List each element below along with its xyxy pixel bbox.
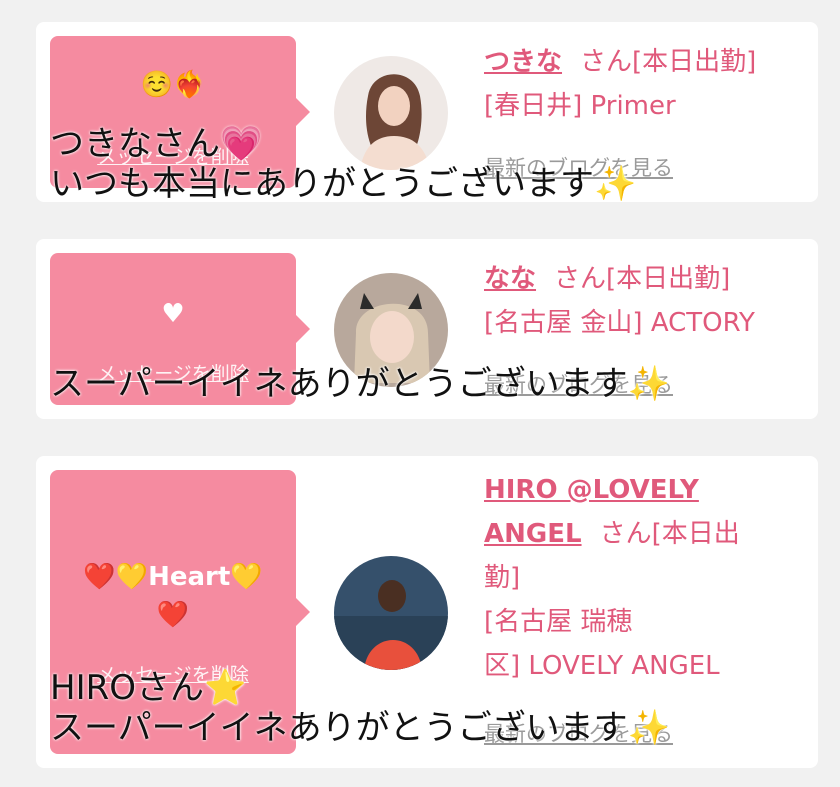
shop-label: [名古屋 金山] ACTORY <box>484 308 755 338</box>
bubble-message-line1: ❤️💛Heart💛 <box>83 562 263 592</box>
sender-info: なな さん[本日出勤] [名古屋 金山] ACTORY <box>484 257 806 345</box>
shop-label: [春日井] Primer <box>484 91 676 121</box>
shop-label-line1: [名古屋 瑞穂 <box>484 607 633 637</box>
sender-info: つきな さん[本日出勤] [春日井] Primer <box>484 40 806 128</box>
san-label: さん[本日出 <box>599 519 740 549</box>
bubble-message: ☺️❤️‍🔥 <box>140 70 206 100</box>
overlay-line: つきなさん💗 <box>50 124 263 164</box>
sender-name-link[interactable]: なな <box>484 264 536 294</box>
bubble-message: ♥ <box>161 299 185 329</box>
overlay-line: スーパーイイネありがとうございます✨ <box>50 708 670 748</box>
bubble-message: ❤️💛Heart💛 ❤️ <box>50 558 296 634</box>
overlay-caption-3: HIROさん⭐ スーパーイイネありがとうございます✨ <box>50 668 670 748</box>
san-label-line2: 勤] <box>484 563 521 593</box>
sender-info: HIRO @LOVELY ANGEL さん[本日出 勤] [名古屋 瑞穂 区] LO… <box>484 468 806 688</box>
overlay-line: スーパーイイネありがとうございます✨ <box>50 364 670 404</box>
sender-name-link[interactable]: つきな <box>484 47 562 77</box>
san-label: さん[本日出勤] <box>580 47 757 77</box>
avatar[interactable] <box>334 556 448 670</box>
overlay-caption-2: スーパーイイネありがとうございます✨ <box>50 364 670 404</box>
overlay-line: HIROさん⭐ <box>50 668 247 708</box>
overlay-caption-1: つきなさん💗 いつも本当にありがとうございます✨ <box>50 124 636 204</box>
sender-name-line1[interactable]: HIRO @LOVELY <box>484 475 699 505</box>
avatar-photo <box>334 556 448 670</box>
san-label: さん[本日出勤] <box>554 264 731 294</box>
overlay-line: いつも本当にありがとうございます✨ <box>50 164 637 204</box>
bubble-message-line2: ❤️ <box>156 600 190 630</box>
sender-name-line2[interactable]: ANGEL <box>484 519 582 549</box>
